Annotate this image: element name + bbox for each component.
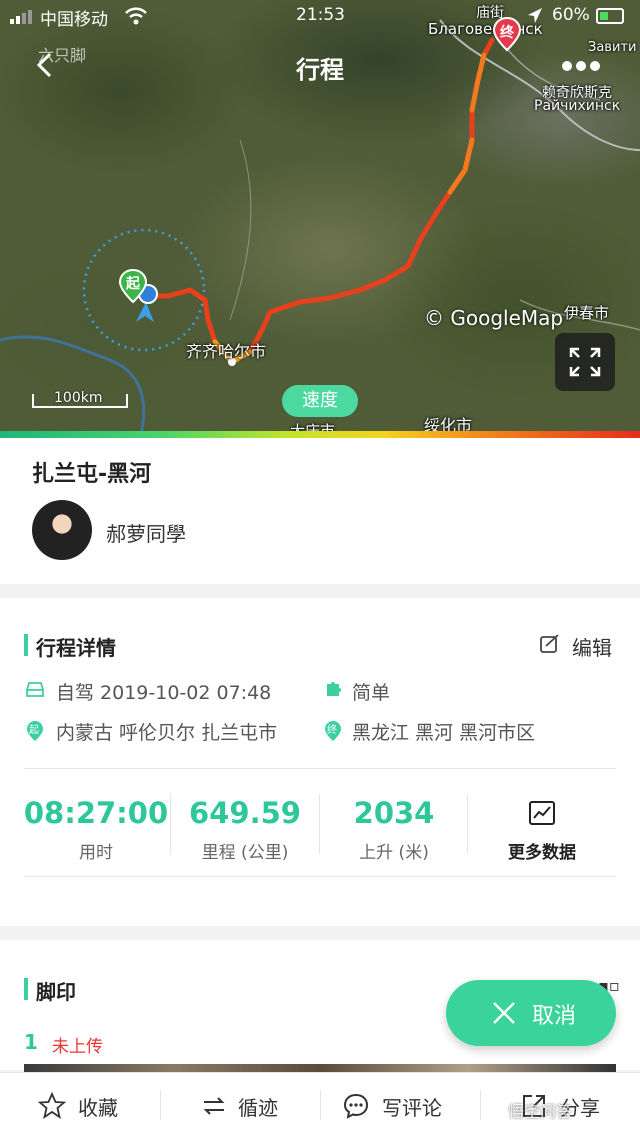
footprint-heading: 脚印: [36, 980, 76, 1004]
map-label-qiqihar: 齐齐哈尔市: [186, 342, 267, 361]
more-options-icon[interactable]: [562, 56, 612, 74]
map-label-blagoveshchensk: Благовещенск: [428, 20, 543, 38]
cancel-button[interactable]: 取消: [446, 980, 616, 1046]
start-marker-label: 起: [126, 276, 140, 292]
stat-distance-value: 649.59: [189, 796, 301, 830]
speed-toggle-button[interactable]: 速度: [282, 385, 358, 417]
status-bar: 中国移动 21:53 60%: [0, 0, 640, 32]
stat-distance-label: 里程 (公里): [201, 843, 289, 863]
upload-status: 未上传: [52, 1037, 103, 1057]
cancel-label: 取消: [532, 1004, 577, 1029]
chart-icon[interactable]: [528, 800, 556, 826]
signal-icon: [10, 10, 32, 24]
stat-duration-label: 用时: [79, 843, 113, 863]
fullscreen-button[interactable]: [555, 333, 615, 391]
comment-icon: [343, 1093, 369, 1119]
trip-route-title: 扎兰屯-黑河: [32, 462, 152, 487]
divider: [24, 876, 616, 877]
end-pin-label: 终: [327, 725, 337, 736]
divider: [24, 768, 616, 769]
more-data-button[interactable]: 更多数据: [468, 838, 616, 863]
map-attribution: © GoogleMap: [424, 306, 564, 330]
comment-label: 写评论: [382, 1096, 442, 1120]
user-name[interactable]: 郝萝同學: [106, 518, 186, 547]
star-icon: [38, 1092, 66, 1119]
start-place: 内蒙古 呼伦贝尔 扎兰屯市: [56, 722, 278, 744]
map-label-yichun: 伊春市: [564, 304, 610, 322]
trip-mode-datetime: 自驾 2019-10-02 07:48: [56, 682, 272, 704]
end-place: 黑龙江 黑河 黑河市区: [352, 722, 536, 744]
trip-map[interactable]: 中国移动 21:53 60% 六只脚 行程 Благовещенск 庙街 За…: [0, 0, 640, 438]
carrier-label: 中国移动: [40, 10, 108, 30]
edit-icon[interactable]: [540, 634, 560, 654]
favorite-button[interactable]: 收藏: [0, 1072, 160, 1138]
end-marker-label: 终: [500, 25, 514, 41]
car-icon: [26, 682, 44, 697]
trip-details-heading: 行程详情: [36, 636, 116, 660]
screen: 中国移动 21:53 60% 六只脚 行程 Благовещенск 庙街 За…: [0, 0, 640, 1138]
section-accent-bar: [24, 634, 28, 656]
stat-ascent-label: 上升 (米): [359, 843, 429, 863]
comment-button[interactable]: 写评论: [320, 1072, 480, 1138]
puzzle-icon: [327, 682, 341, 696]
wifi-icon: [125, 7, 147, 25]
follow-track-button[interactable]: 循迹: [160, 1072, 320, 1138]
swap-icon: [203, 1097, 225, 1115]
battery-icon: [596, 8, 624, 24]
stat-duration-value: 08:27:00: [23, 796, 169, 830]
avatar[interactable]: [32, 500, 92, 560]
expand-icon: [569, 347, 601, 377]
corner-watermark: 悟空问答: [508, 1102, 573, 1121]
edit-button[interactable]: 编辑: [572, 632, 612, 661]
section-accent-bar: [24, 978, 28, 1000]
speed-gradient-legend: [0, 431, 640, 438]
footprint-index: 1: [24, 1030, 38, 1054]
map-scale-label: 100km: [54, 390, 103, 406]
start-pin-label: 起: [29, 725, 39, 736]
clock: 21:53: [296, 5, 345, 25]
follow-track-label: 循迹: [238, 1096, 278, 1120]
page-title: 行程: [296, 56, 344, 84]
stat-ascent-value: 2034: [353, 796, 435, 830]
battery-percent: 60%: [552, 5, 590, 25]
favorite-label: 收藏: [78, 1096, 118, 1120]
map-label-raichikhinsk-ru: Райчихинск: [534, 98, 621, 114]
map-label-zavitinsk: Завити: [588, 40, 637, 55]
trip-difficulty: 简单: [352, 682, 391, 704]
footprint-photo-strip[interactable]: [24, 1064, 616, 1072]
close-icon: [493, 1002, 515, 1024]
